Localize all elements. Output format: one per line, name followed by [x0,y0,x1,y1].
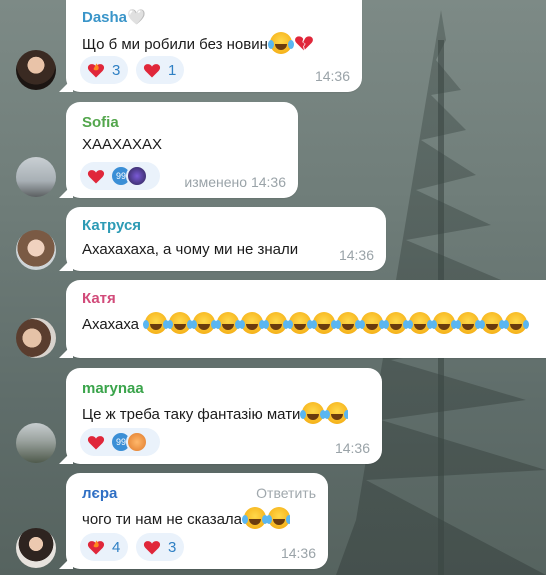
reaction-count: 3 [168,538,177,556]
avatar[interactable] [16,50,56,90]
message-time: 14:36 [334,440,370,456]
tears-of-joy-icon [267,32,292,54]
tears-of-joy-icon [215,312,240,334]
message-text: ХААХАХАХ [82,136,163,153]
tears-of-joy-icon [503,312,528,334]
message-text: Ахахахаха, а чому ми не знали [82,241,299,258]
tears-of-joy-icon [300,402,325,424]
tears-of-joy-icon [359,312,384,334]
reaction-count: 4 [112,538,121,556]
message-time: 14:36 [314,68,350,84]
tears-of-joy-icon [242,507,267,529]
tears-of-joy-icon [407,312,432,334]
tears-of-joy-icon [311,312,336,334]
tears-of-joy-icon [263,312,288,334]
reaction-count: 1 [168,61,177,79]
avatar[interactable] [16,157,56,197]
red-heart-icon [87,170,105,184]
message-time: 14:36 [338,247,374,263]
reaction-heart-on-fire[interactable]: 3 [80,56,129,84]
message-text: чого ти нам не сказала [82,507,291,529]
tears-of-joy-icon [239,312,264,334]
tears-of-joy-icon [335,312,360,334]
message-text: Це ж треба таку фантазію мати [82,402,349,424]
sender-name[interactable]: marynaa [82,380,144,397]
tears-of-joy-icon [167,312,192,334]
message-text: Що б ми робили без новин [82,32,314,54]
message-time: изменено 14:36 [184,174,286,190]
reaction-count: 3 [112,61,121,79]
reaction-red-heart[interactable]: 3 [136,533,185,561]
message-bubble[interactable]: Катруся Ахахахаха, а чому ми не знали 14… [66,207,386,271]
reactor-avatar [126,431,148,453]
sender-name[interactable]: Катруся [82,217,141,234]
tears-of-joy-icon [324,402,349,424]
reactor-avatar [126,165,148,187]
reaction-red-heart[interactable]: 99 [80,428,160,456]
tears-of-joy-icon [266,507,291,529]
message-bubble[interactable]: лєра Ответить чого ти нам не сказала 4 3… [66,473,328,569]
broken-heart-icon [294,36,313,51]
tears-of-joy-icon [191,312,216,334]
red-heart-icon [143,64,161,78]
sender-name[interactable]: Dasha🤍 [82,8,146,26]
avatar[interactable] [16,528,56,568]
tears-of-joy-icon [431,312,456,334]
tears-of-joy-icon [287,312,312,334]
heart-on-fire-icon [87,63,105,78]
message-bubble[interactable]: marynaa Це ж треба таку фантазію мати 99… [66,368,382,464]
avatar[interactable] [16,423,56,463]
message-bubble[interactable]: Dasha🤍 Що б ми робили без новин 3 1 14:3… [66,0,362,92]
message-bubble[interactable]: Sofia ХААХАХАХ 99 изменено 14:36 [66,102,298,198]
heart-on-fire-icon [87,540,105,555]
tears-of-joy-icon [479,312,504,334]
reply-link[interactable]: Ответить [256,485,316,501]
reaction-red-heart[interactable]: 1 [136,56,185,84]
sender-name[interactable]: Sofia [82,114,119,131]
message-text: Ахахаха [82,312,546,334]
red-heart-icon [143,541,161,555]
tears-of-joy-icon [143,312,168,334]
avatar[interactable] [16,230,56,270]
tears-of-joy-icon [383,312,408,334]
reaction-heart-on-fire[interactable]: 4 [80,533,129,561]
sender-name[interactable]: лєра [82,485,117,502]
reaction-red-heart[interactable]: 99 [80,162,160,190]
red-heart-icon [87,436,105,450]
message-time: 14:36 [280,545,316,561]
sender-name[interactable]: Катя [82,290,116,307]
message-bubble[interactable]: Катя Ахахаха [66,280,546,358]
avatar[interactable] [16,318,56,358]
tears-of-joy-icon [455,312,480,334]
